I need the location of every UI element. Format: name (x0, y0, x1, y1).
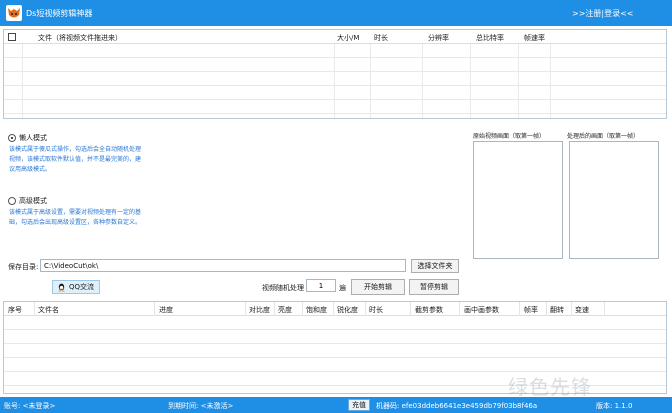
header-divider (459, 302, 460, 316)
window-title: Ds短视频剪辑神器 (26, 9, 93, 18)
select-all-checkbox[interactable] (8, 33, 16, 41)
col-divider (518, 44, 519, 118)
qq-penguin-icon (58, 283, 65, 292)
col-resolution: 分辨率 (428, 34, 449, 42)
col-bitrate: 总比特率 (476, 34, 504, 42)
advanced-mode-label: 高级模式 (19, 197, 47, 205)
header-divider (519, 302, 520, 316)
header-divider (410, 302, 411, 316)
advanced-mode-radio[interactable]: 高级模式 (8, 196, 47, 206)
col-size: 大小/M (337, 34, 360, 42)
qq-chat-button[interactable]: QQ交流 (52, 280, 100, 294)
header-divider (365, 302, 366, 316)
header-divider (245, 302, 246, 316)
register-login-link[interactable]: >>注册|登录<< (572, 8, 634, 19)
header-divider (546, 302, 547, 316)
col-file: 文件（将视频文件拖进来） (38, 34, 122, 42)
col-duration: 时长 (369, 306, 383, 314)
expiry-status: 到期时间: <未激活> (168, 402, 234, 410)
col-contrast: 对比度 (249, 306, 270, 314)
radio-dot[interactable] (8, 134, 16, 142)
header-divider (274, 302, 275, 316)
machine-code: 机器码: efe03ddeb6641e3e459db79f03b8f46a (376, 402, 538, 410)
original-preview-box (473, 141, 563, 259)
advanced-mode-description: 该模式属于高级设置，需要对视频处理有一定的基础，勾选后会出现高级设置区，各种参数… (9, 209, 142, 226)
pause-cut-button[interactable]: 暂停剪辑 (409, 279, 459, 295)
header-divider (34, 302, 35, 316)
header-divider (302, 302, 303, 316)
processed-preview-label: 处理后的画面（取第一帧） (567, 133, 640, 140)
task-table-header: 序号 文件名 进度 对比度 亮度 饱和度 锐化度 时长 截剪参数 画中画参数 帧… (4, 302, 666, 316)
account-status: 账号: <未登录> (4, 402, 56, 410)
recharge-button[interactable]: 充值 (348, 399, 370, 411)
col-divider (422, 44, 423, 118)
col-duration: 时长 (374, 34, 388, 42)
col-saturation: 饱和度 (306, 306, 327, 314)
radio-dot[interactable] (8, 197, 16, 205)
lazy-mode-radio[interactable]: 懒人模式 (8, 133, 47, 143)
status-bar: 账号: <未登录> 到期时间: <未激活> 充值 机器码: efe03ddeb6… (0, 397, 672, 413)
col-divider (550, 44, 551, 118)
qq-chat-label: QQ交流 (69, 283, 95, 291)
processed-preview-box (569, 141, 659, 259)
header-divider (571, 302, 572, 316)
main-panel: 文件（将视频文件拖进来） 大小/M 时长 分辨率 总比特率 帧速率 懒人模式 该… (0, 26, 672, 399)
col-sharpness: 锐化度 (337, 306, 358, 314)
col-divider (370, 44, 371, 118)
col-filename: 文件名 (38, 306, 59, 314)
start-cut-button[interactable]: 开始剪辑 (351, 279, 405, 295)
save-dir-label: 保存目录: (8, 263, 39, 271)
lazy-mode-description: 该模式属于傻瓜式操作，勾选后会全自动随机处理视频，该模式取软件默认值，并不是最完… (9, 146, 142, 173)
file-table-header: 文件（将视频文件拖进来） 大小/M 时长 分辨率 总比特率 帧速率 (4, 30, 666, 44)
col-divider (470, 44, 471, 118)
save-dir-input[interactable] (40, 259, 406, 272)
watermark-text: 绿色先锋 (508, 375, 592, 399)
version-label: 版本: 1.1.0 (596, 402, 633, 410)
col-divider (22, 44, 23, 118)
header-divider (604, 302, 605, 316)
lazy-mode-label: 懒人模式 (19, 134, 47, 142)
title-bar: Ds短视频剪辑神器 >>注册|登录<< (0, 0, 672, 26)
random-process-label: 视频随机处理 (262, 284, 304, 292)
col-divider (334, 44, 335, 118)
header-divider (154, 302, 155, 316)
col-index: 序号 (8, 306, 22, 314)
col-progress: 进度 (159, 306, 173, 314)
select-folder-button[interactable]: 选择文件夹 (411, 259, 459, 273)
col-brightness: 亮度 (278, 306, 292, 314)
col-flip: 翻转 (550, 306, 564, 314)
original-preview-label: 原始视频画面（取第一帧） (473, 133, 546, 140)
col-framerate: 帧速率 (524, 34, 545, 42)
random-unit-label: 遍 (339, 284, 346, 292)
file-table[interactable]: 文件（将视频文件拖进来） 大小/M 时长 分辨率 总比特率 帧速率 (3, 29, 667, 119)
fox-app-icon (6, 5, 22, 21)
col-framerate: 帧率 (524, 306, 538, 314)
col-pip-params: 画中画参数 (464, 306, 499, 314)
random-count-input[interactable] (306, 279, 336, 292)
header-divider (333, 302, 334, 316)
col-speed: 变速 (575, 306, 589, 314)
col-cut-params: 截剪参数 (415, 306, 443, 314)
